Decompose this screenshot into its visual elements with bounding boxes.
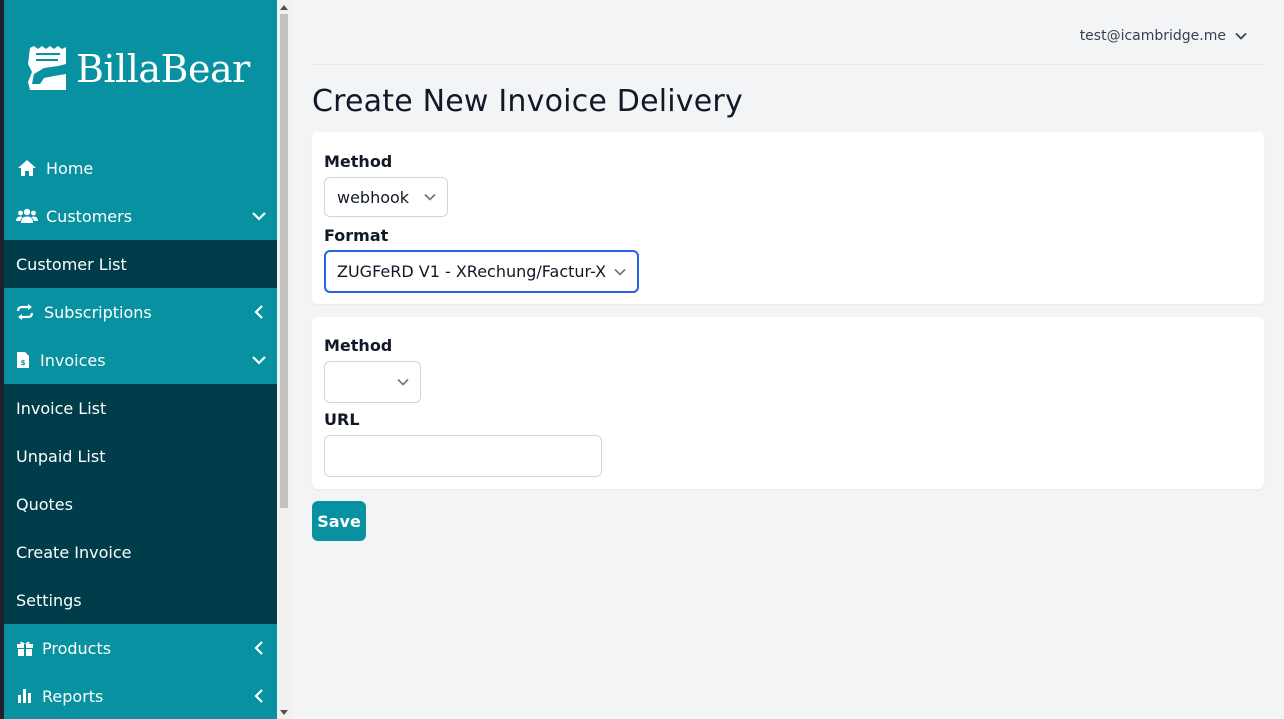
chevron-left-icon <box>254 641 263 655</box>
home-icon <box>16 157 38 179</box>
chevron-down-icon <box>424 193 436 201</box>
chevron-down-icon <box>252 356 266 365</box>
chevron-left-icon <box>254 305 263 319</box>
sidebar-item-label: Home <box>46 158 94 178</box>
brand-logo[interactable]: BillaBear <box>24 44 250 94</box>
sidebar-item-products[interactable]: Products <box>4 624 277 672</box>
sidebar-item-quotes[interactable]: Quotes <box>4 480 277 528</box>
scroll-up-arrow-icon[interactable] <box>280 5 288 10</box>
sidebar-item-unpaid-list[interactable]: Unpaid List <box>4 432 277 480</box>
scroll-down-arrow-icon[interactable] <box>280 710 288 715</box>
method-select[interactable]: webhook <box>324 177 448 217</box>
format-label: Format <box>324 226 389 245</box>
customers-submenu: Customer List <box>4 240 277 288</box>
chevron-down-icon <box>1235 32 1247 40</box>
svg-text:$: $ <box>21 359 26 367</box>
bear-logo-icon <box>28 46 66 90</box>
delivery-settings-card: Method webhook Format ZUGFeRD V1 - XRech… <box>312 132 1264 304</box>
sidebar-item-label: Invoices <box>40 350 106 370</box>
webhook-method-label: Method <box>324 336 393 355</box>
chevron-down-icon <box>252 212 266 221</box>
format-select-value: ZUGFeRD V1 - XRechung/Factur-X <box>337 262 607 281</box>
method-select-value: webhook <box>337 187 410 207</box>
sidebar-item-label: Quotes <box>16 494 73 514</box>
sidebar-item-subscriptions[interactable]: Subscriptions <box>4 288 277 336</box>
main-content: test@icambridge.me Create New Invoice De… <box>312 0 1264 541</box>
top-bar: test@icambridge.me <box>312 0 1264 65</box>
sidebar-item-create-invoice[interactable]: Create Invoice <box>4 528 277 576</box>
scrollbar-thumb[interactable] <box>280 14 288 508</box>
sidebar-nav: Home Customers Customer List Subscriptio… <box>4 144 277 719</box>
url-input[interactable] <box>324 435 602 477</box>
sidebar-item-label: Customer List <box>16 254 127 274</box>
webhook-settings-card: Method URL <box>312 317 1264 489</box>
bar-chart-icon <box>16 685 34 707</box>
user-menu[interactable]: test@icambridge.me <box>1080 28 1248 44</box>
sidebar: BillaBear Home Customers Customer List S… <box>4 0 277 719</box>
sidebar-item-label: Customers <box>46 206 133 226</box>
users-icon <box>16 205 38 227</box>
sidebar-item-label: Subscriptions <box>44 302 152 322</box>
webhook-method-select[interactable] <box>324 361 421 403</box>
url-label: URL <box>324 410 360 429</box>
page-title: Create New Invoice Delivery <box>312 84 743 119</box>
sidebar-item-invoices[interactable]: $ Invoices <box>4 336 277 384</box>
user-email: test@icambridge.me <box>1079 28 1226 44</box>
sidebar-item-invoice-list[interactable]: Invoice List <box>4 384 277 432</box>
sidebar-item-customer-list[interactable]: Customer List <box>4 240 277 288</box>
repeat-icon <box>16 301 34 323</box>
sidebar-item-reports[interactable]: Reports <box>4 672 277 719</box>
sidebar-item-label: Create Invoice <box>16 542 132 562</box>
format-select[interactable]: ZUGFeRD V1 - XRechung/Factur-X <box>324 250 639 293</box>
chevron-down-icon <box>614 268 626 276</box>
invoice-icon: $ <box>16 349 30 371</box>
sidebar-item-label: Unpaid List <box>16 446 106 466</box>
gift-icon <box>16 637 34 659</box>
sidebar-item-label: Settings <box>16 590 82 610</box>
sidebar-item-label: Products <box>42 638 112 658</box>
chevron-left-icon <box>254 689 263 703</box>
sidebar-item-label: Invoice List <box>16 398 107 418</box>
sidebar-item-label: Reports <box>42 686 104 706</box>
brand-name: BillaBear <box>76 47 250 91</box>
method-label: Method <box>324 152 393 171</box>
sidebar-scrollbar[interactable] <box>277 0 291 719</box>
invoices-submenu: Invoice List Unpaid List Quotes Create I… <box>4 384 277 624</box>
save-button[interactable]: Save <box>312 501 366 541</box>
sidebar-item-home[interactable]: Home <box>4 144 277 192</box>
sidebar-item-customers[interactable]: Customers <box>4 192 277 240</box>
chevron-down-icon <box>397 378 409 386</box>
sidebar-item-settings[interactable]: Settings <box>4 576 277 624</box>
